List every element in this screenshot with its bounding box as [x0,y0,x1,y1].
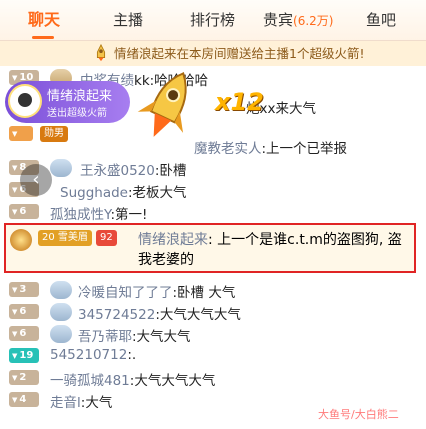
username[interactable]: 345724522 [78,307,155,323]
tab-chat[interactable]: 聊天 [28,0,60,40]
noble-badge [50,303,72,321]
noble-badge [50,159,72,177]
level-badge: 2 [9,370,39,385]
tab-anchor[interactable]: 主播 [113,0,143,40]
message-text: :卧槽 大气 [172,285,236,301]
highlighted-message: 20 雪美眉 92 情绪浪起来: 上一个是谁c.t.m的盗图狗, 盗我老婆的 [4,223,416,273]
message-text: :. [127,347,137,363]
rocket-icon [96,44,106,62]
gift-banner: 情绪浪起来在本房间赠送给主播1个超级火箭! [0,41,426,66]
username[interactable]: 魔教老实人 [194,141,262,157]
message-text: :卧槽 [154,163,187,179]
watermark: 大鱼号/大白熊二 [318,408,399,421]
level-badge: 4 [9,392,39,407]
username[interactable]: 一骑孤城481 [50,373,130,389]
username[interactable]: 545210712 [50,347,127,363]
noble-badge [50,281,72,299]
username[interactable]: Sugghade [60,185,128,201]
chat-message: 6 345724522:大气大气大气 [0,300,426,324]
tab-ranking[interactable]: 排行榜 [190,0,235,40]
message-text: :第一! [110,207,148,223]
rank-badge: 92 [96,230,117,246]
tab-vip[interactable]: 贵宾(6.2万) [263,0,333,40]
chevron-left-icon[interactable]: ‹ [20,164,52,196]
level-badge: 6 [9,204,39,219]
message-text: :大气大气大气 [155,307,241,323]
username[interactable]: 吾乃蒂耶 [78,329,132,345]
super-rocket-icon [137,72,187,137]
tab-fishbar[interactable]: 鱼吧 [366,0,396,40]
chat-message: 魔教老实人:上一个已举报 [0,134,426,158]
gift-multiplier: x12 [215,88,264,116]
chat-message: 6 孤独成性Y:第一! [0,200,426,224]
tab-vip-count: (6.2万) [293,14,334,28]
message-text: :老板大气 [127,185,187,201]
level-badge: 19 [9,348,39,363]
tab-active-indicator [32,36,54,39]
level-badge: 3 [9,282,39,297]
chat-message: 3 冷暖自知了了了:卧槽 大气 [0,278,426,302]
username[interactable]: 走音l [50,395,81,411]
chat-message: 6 吾乃蒂耶:大气大气 [0,322,426,346]
gift-popup: 情绪浪起来 送出超级火箭 [5,81,130,123]
level-badge: 6 [9,304,39,319]
message-text: :大气大气大气 [129,373,216,389]
username[interactable]: 王永盛0520 [80,163,155,179]
level-badge: 6 [9,326,39,341]
gift-banner-text: 情绪浪起来在本房间赠送给主播1个超级火箭! [114,46,365,61]
chat-message: 6 Sugghade:老板大气 [0,178,426,202]
gift-popup-subtitle: 送出超级火箭 [47,108,107,119]
chat-message: 2 一骑孤城481:大气大气大气 [0,366,426,390]
username[interactable]: 冷暖自知了了了 [78,285,173,301]
username[interactable]: 情绪浪起来 [138,232,208,248]
message-text: :上一个已举报 [261,141,348,157]
tab-bar: 聊天 主播 排行榜 贵宾(6.2万) 鱼吧 [0,0,426,41]
fan-medal: 20 雪美眉 [38,230,92,246]
noble-crown-badge [10,229,32,251]
chat-message: 19 545210712:. [0,344,426,368]
tab-vip-label: 贵宾 [263,11,294,29]
avatar [8,84,42,118]
message-text: :大气大气 [132,329,191,345]
chat-message: 8 王永盛0520:卧槽 [0,156,426,180]
message-text: :大气 [80,395,113,411]
noble-badge [50,325,72,343]
username[interactable]: 孤独成性Y [50,207,110,223]
gift-sender-name: 情绪浪起来 [47,89,113,104]
